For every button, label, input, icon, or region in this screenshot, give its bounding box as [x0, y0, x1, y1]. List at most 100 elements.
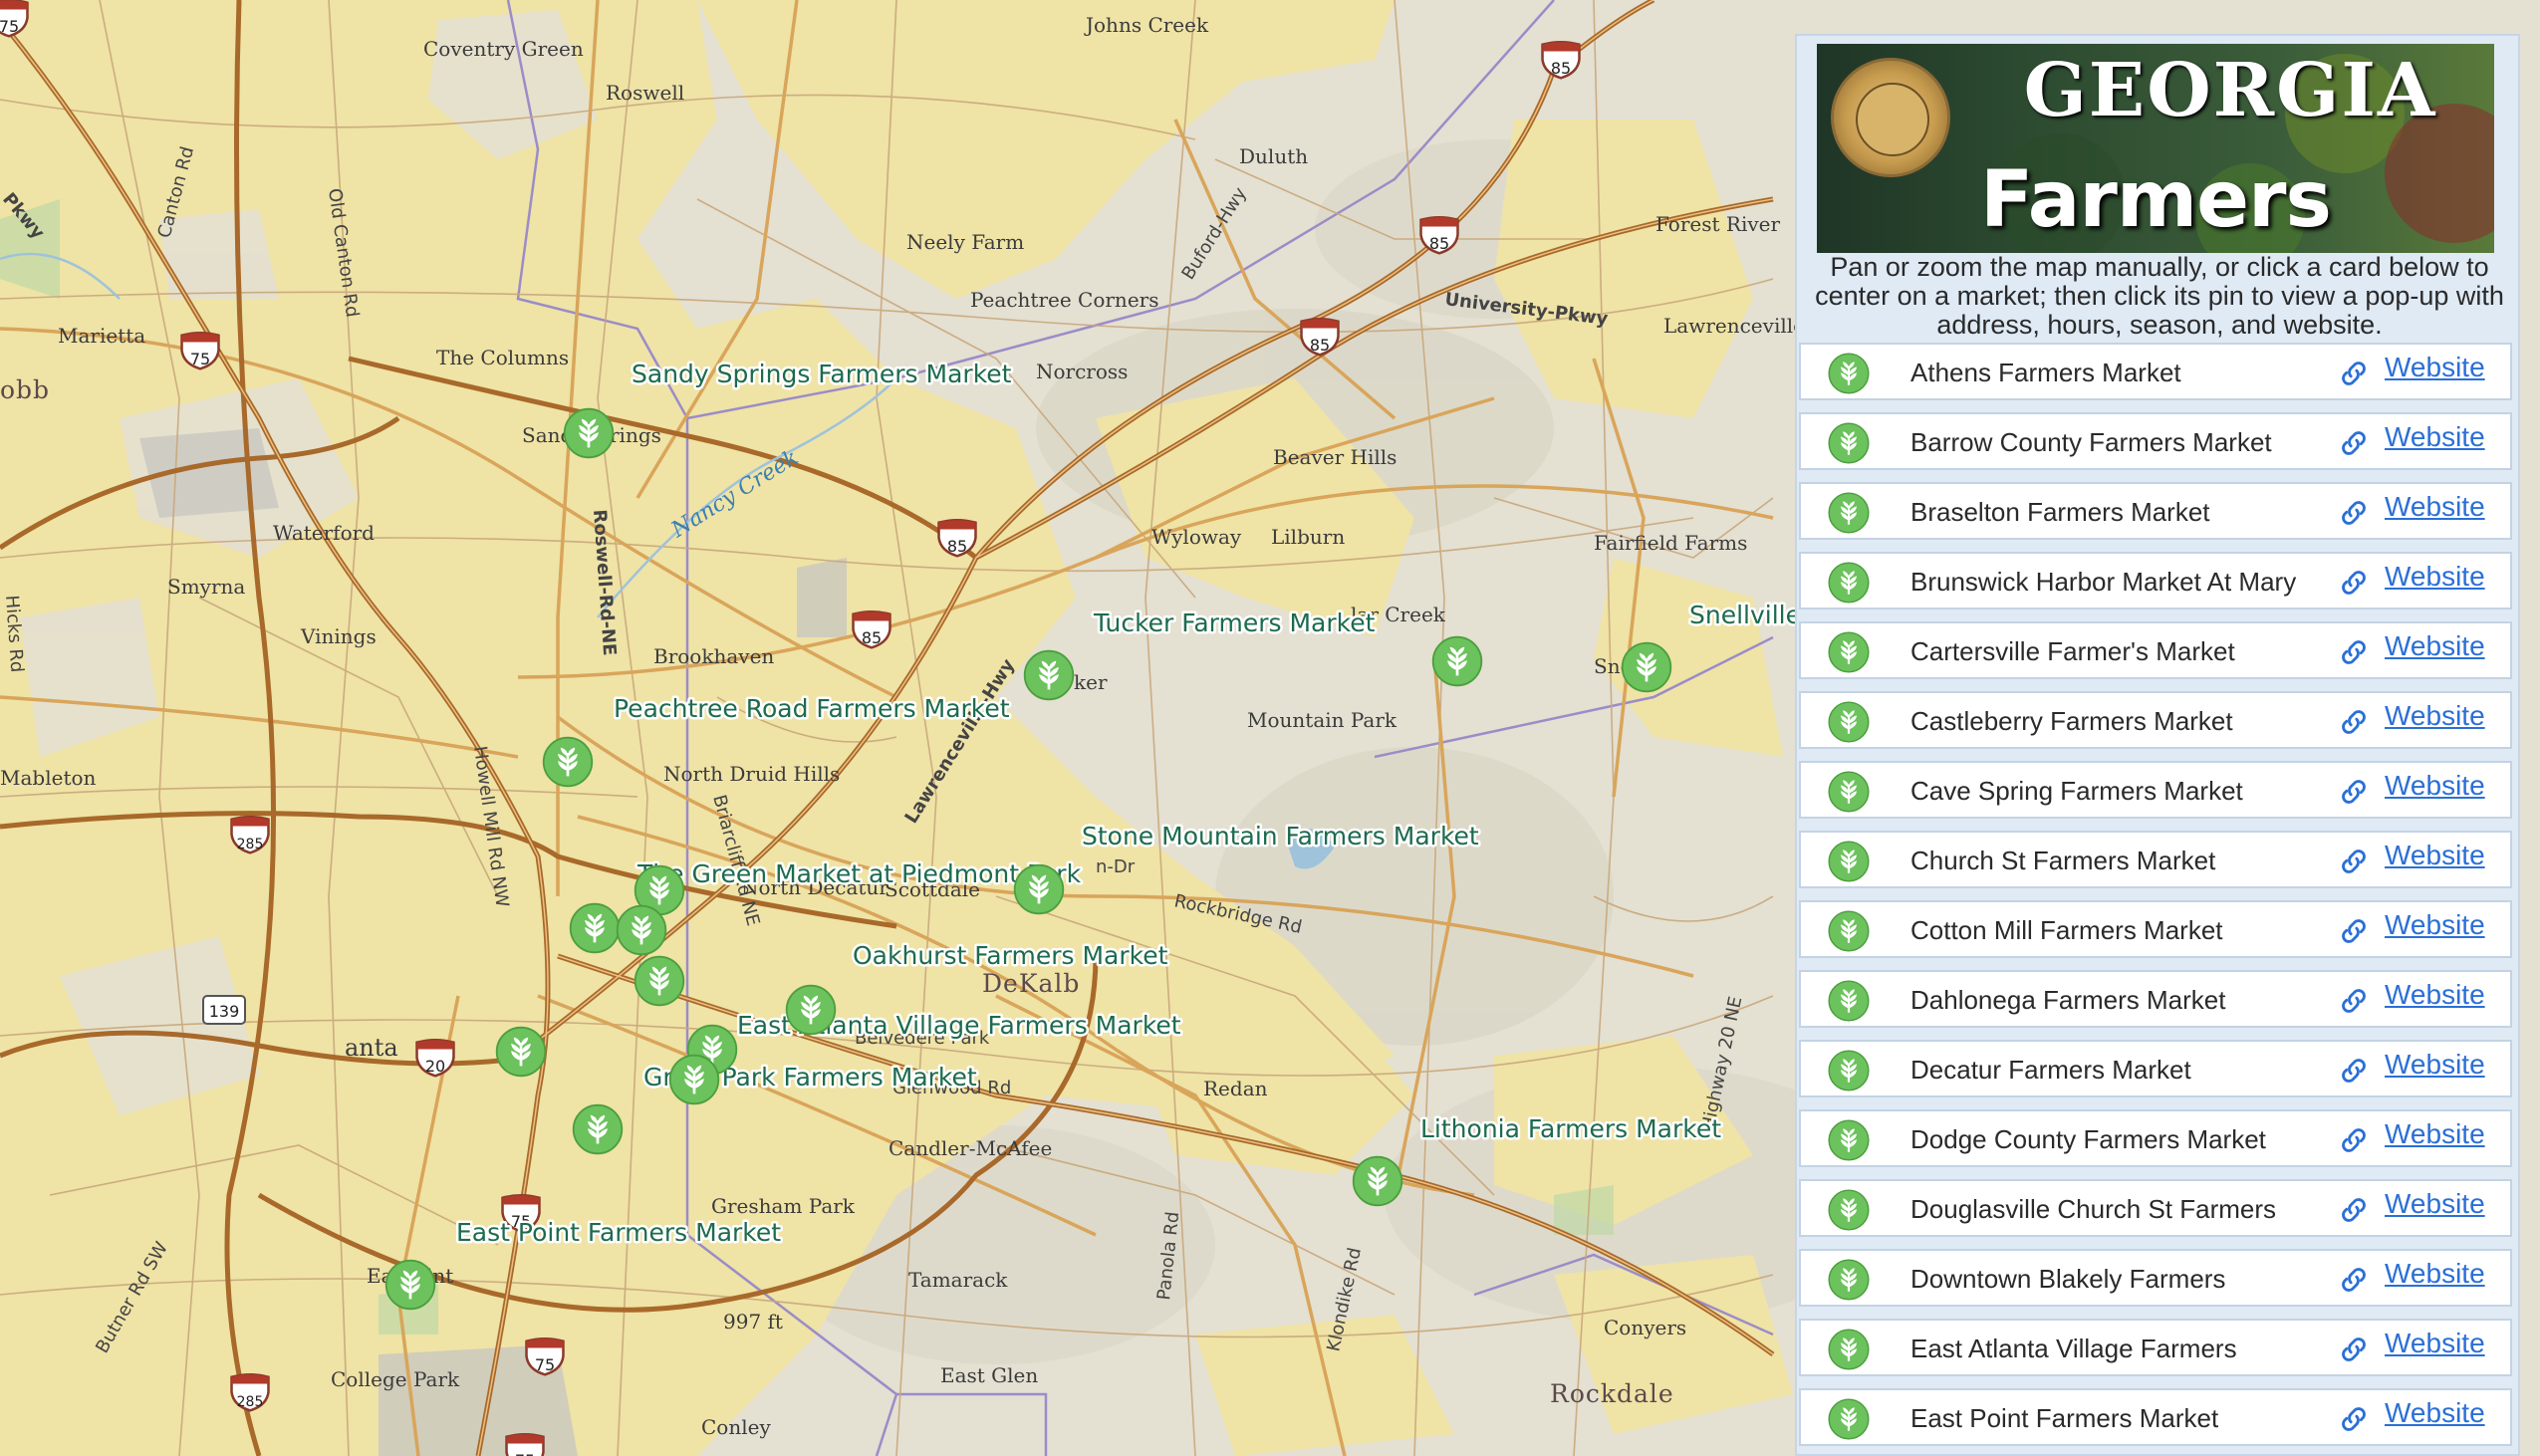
market-pin[interactable] [1023, 649, 1075, 701]
link-icon [2342, 501, 2366, 525]
wheat-icon [1828, 910, 1870, 952]
market-card-name: East Point Farmers Market [1910, 1403, 2219, 1433]
instructions-text: Pan or zoom the map manually, or click a… [1815, 252, 2504, 340]
market-pin[interactable] [1621, 641, 1672, 693]
website-link[interactable]: Website [2385, 909, 2485, 941]
market-pin[interactable] [1352, 1155, 1403, 1207]
wheat-icon [1828, 1398, 1870, 1440]
link-icon [2342, 1198, 2366, 1222]
market-card[interactable]: Dodge County Farmers Market Website [1799, 1109, 2512, 1167]
wheat-icon [1828, 771, 1870, 813]
link-icon [2342, 849, 2366, 873]
market-pin[interactable] [616, 904, 667, 956]
market-card[interactable]: Castleberry Farmers Market Website [1799, 691, 2512, 749]
website-link[interactable]: Website [2385, 700, 2485, 732]
market-card[interactable]: Brunswick Harbor Market At Mary Website [1799, 552, 2512, 609]
wheat-icon [1828, 1189, 1870, 1231]
website-link[interactable]: Website [2385, 1328, 2485, 1359]
shield-label: 75 [0, 17, 19, 36]
market-card[interactable]: Douglasville Church St Farmers Website [1799, 1179, 2512, 1237]
link-icon [2342, 362, 2366, 385]
link-icon [2342, 919, 2366, 943]
market-card-name: Church St Farmers Market [1910, 846, 2216, 875]
market-label: Tucker Farmers Market [1093, 608, 1376, 637]
market-card[interactable]: Athens Farmers Market Website [1799, 343, 2512, 400]
market-pin[interactable] [785, 984, 837, 1036]
shield-label: 20 [425, 1057, 445, 1076]
market-card[interactable]: Dahlonega Farmers Market Website [1799, 970, 2512, 1028]
link-icon [2342, 1128, 2366, 1152]
place-label: Tamarack [908, 1268, 1008, 1292]
market-card-name: Braselton Farmers Market [1910, 497, 2210, 527]
market-card[interactable]: Decatur Farmers Market Website [1799, 1040, 2512, 1097]
market-card-name: Dahlonega Farmers Market [1910, 985, 2226, 1015]
link-icon [2342, 710, 2366, 734]
link-icon [2342, 1268, 2366, 1292]
market-pin[interactable] [668, 1054, 720, 1105]
market-card[interactable]: Cotton Mill Farmers Market Website [1799, 900, 2512, 958]
website-link[interactable]: Website [2385, 491, 2485, 523]
market-card[interactable]: East Point Farmers Market Website [1799, 1388, 2512, 1446]
market-pin[interactable] [569, 902, 621, 954]
website-link[interactable]: Website [2385, 840, 2485, 871]
link-icon [2342, 1407, 2366, 1431]
market-pin[interactable] [572, 1103, 624, 1155]
road-label: n-Dr [1096, 856, 1136, 877]
website-link[interactable]: Website [2385, 1118, 2485, 1150]
market-card[interactable]: Cartersville Farmer's Market Website [1799, 621, 2512, 679]
market-pin[interactable] [634, 955, 685, 1007]
shield-label: 285 [237, 1394, 264, 1410]
market-card-name: East Atlanta Village Farmers [1910, 1334, 2237, 1363]
place-label: Peachtree Corners [970, 288, 1158, 312]
wheat-icon [1828, 980, 1870, 1022]
website-link[interactable]: Website [2385, 1397, 2485, 1429]
place-label: Marietta [58, 324, 145, 348]
market-card[interactable]: Church St Farmers Market Website [1799, 831, 2512, 888]
place-label: East Glen [940, 1363, 1038, 1387]
place-label: Coventry Green [423, 37, 584, 61]
market-card[interactable]: Braselton Farmers Market Website [1799, 482, 2512, 540]
market-pin[interactable] [563, 407, 615, 459]
market-card-name: Douglasville Church St Farmers [1910, 1194, 2277, 1224]
wheat-icon [1828, 1329, 1870, 1370]
atlanta-label-fragment: anta [345, 1034, 398, 1062]
banner-subtitle: Farmers Markets [1980, 155, 2332, 253]
place-label: Fairfield Farms [1594, 531, 1747, 555]
market-label: Stone Mountain Farmers Market [1082, 822, 1479, 850]
market-pin[interactable] [1013, 863, 1065, 915]
website-link[interactable]: Website [2385, 1049, 2485, 1081]
shield-label: 285 [237, 837, 264, 852]
market-card[interactable]: Cave Spring Farmers Market Website [1799, 761, 2512, 819]
place-label: ker [1074, 670, 1108, 694]
link-icon [2342, 640, 2366, 664]
market-pin[interactable] [542, 736, 594, 788]
market-card-name: Decatur Farmers Market [1910, 1055, 2191, 1085]
place-label: College Park [331, 1367, 460, 1391]
market-card[interactable]: Downtown Blakely Farmers Website [1799, 1249, 2512, 1307]
website-link[interactable]: Website [2385, 1258, 2485, 1290]
place-label: Beaver Hills [1273, 445, 1397, 469]
market-card-name: Athens Farmers Market [1910, 358, 2181, 387]
website-link[interactable]: Website [2385, 979, 2485, 1011]
shield-label: 75 [515, 1451, 535, 1456]
market-pin[interactable] [384, 1259, 436, 1311]
website-link[interactable]: Website [2385, 561, 2485, 593]
website-link[interactable]: Website [2385, 421, 2485, 453]
place-label: 997 ft [723, 1310, 783, 1334]
place-label: Gresham Park [711, 1194, 856, 1218]
place-label: Neely Farm [906, 230, 1024, 254]
website-link[interactable]: Website [2385, 1188, 2485, 1220]
shield-label: 85 [1429, 234, 1449, 253]
market-pin[interactable] [495, 1026, 547, 1078]
place-label: Lawrenceville [1663, 314, 1805, 338]
county-label: Rockdale [1550, 1379, 1674, 1408]
market-pin[interactable] [1431, 635, 1483, 687]
website-link[interactable]: Website [2385, 770, 2485, 802]
market-card[interactable]: Barrow County Farmers Market Website [1799, 412, 2512, 470]
link-icon [2342, 989, 2366, 1013]
market-card[interactable]: East Atlanta Village Farmers Website [1799, 1319, 2512, 1376]
link-icon [2342, 1059, 2366, 1083]
website-link[interactable]: Website [2385, 352, 2485, 383]
website-link[interactable]: Website [2385, 630, 2485, 662]
wheat-icon [1828, 353, 1870, 394]
